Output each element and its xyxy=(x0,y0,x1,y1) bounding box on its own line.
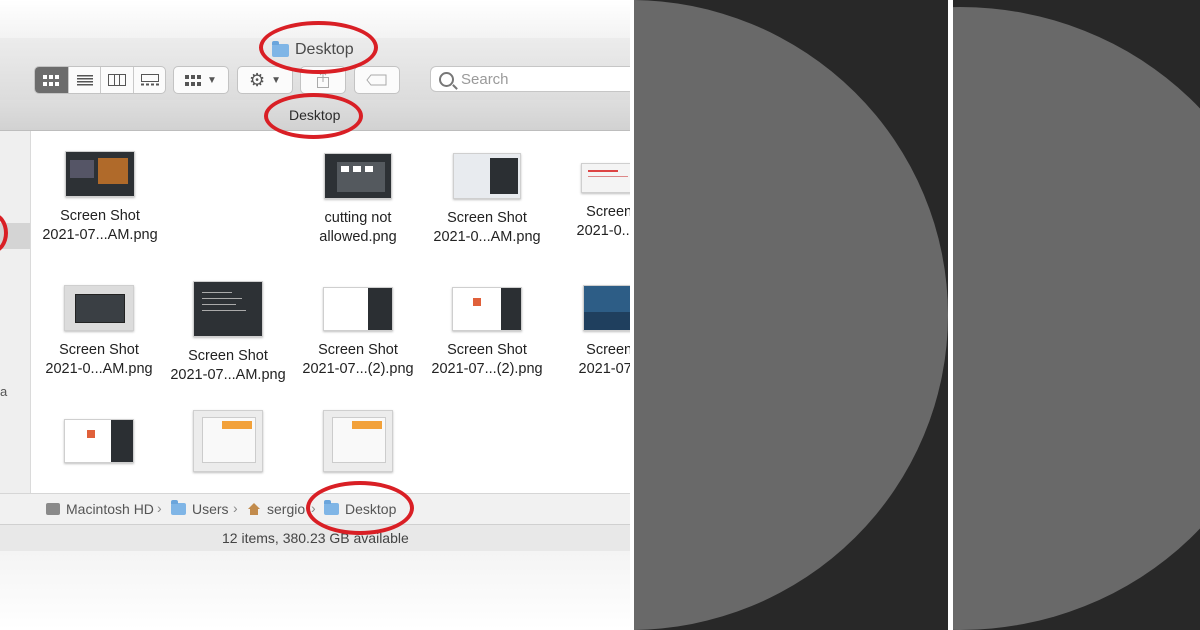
file-thumbnail xyxy=(452,287,522,331)
chevron-right-icon: › xyxy=(233,500,238,516)
file-item[interactable]: Screen S2021-0...2 P xyxy=(551,153,630,241)
search-field[interactable]: Search xyxy=(430,66,630,92)
file-thumbnail xyxy=(453,153,521,199)
sidebar-cut-text: a xyxy=(0,384,8,399)
finder-window: Desktop ▼ ⚙ ▼ Search Desktop a Screen Sh… xyxy=(0,0,630,630)
sidebar: a xyxy=(0,131,31,523)
list-view-button[interactable] xyxy=(69,67,102,93)
group-grid-icon xyxy=(185,74,202,86)
file-name xyxy=(163,482,293,493)
grid-icon xyxy=(43,74,60,86)
chevron-right-icon: › xyxy=(157,500,162,516)
half-circle-shape xyxy=(634,0,948,630)
file-thumbnail xyxy=(193,410,263,472)
breadcrumb-item-macintosh-hd[interactable]: Macintosh HD xyxy=(46,501,154,517)
home-icon xyxy=(247,503,261,515)
gallery-view-button[interactable] xyxy=(134,67,165,93)
file-name xyxy=(34,473,164,492)
tag-icon xyxy=(366,74,387,86)
breadcrumb-item-users[interactable]: Users xyxy=(171,500,229,517)
gallery-icon xyxy=(140,74,159,86)
action-menu-button[interactable]: ⚙ ▼ xyxy=(237,66,293,94)
icon-view-button[interactable] xyxy=(35,67,69,93)
tag-button[interactable] xyxy=(354,66,400,94)
file-name: Screen Shot 2021-07...AM.png xyxy=(42,208,158,243)
decor-panel-2 xyxy=(953,0,1200,630)
file-name: Screen S2021-07...P xyxy=(578,342,631,377)
hard-drive-icon xyxy=(46,503,60,515)
file-grid: Screen Shot 2021-07...AM.png cutting not a… xyxy=(31,131,630,493)
group-by-button[interactable]: ▼ xyxy=(173,66,229,94)
chevron-down-icon: ▼ xyxy=(207,74,217,86)
file-item[interactable]: Screen Shot 2021-0...AM.png xyxy=(34,285,164,379)
file-item[interactable]: Screen S2021-07...P xyxy=(551,285,630,379)
file-item[interactable]: Screen Shot 2021-07...AM.png xyxy=(163,281,293,385)
file-item[interactable]: Screen Shot 2021-07...(2).png xyxy=(293,287,423,379)
file-item[interactable] xyxy=(163,410,293,493)
file-thumbnail xyxy=(583,285,630,331)
window-shadow xyxy=(0,551,630,630)
file-name: Screen Shot 2021-07...(2).png xyxy=(431,342,543,377)
file-name: Screen S2021-0...2 P xyxy=(576,204,631,239)
file-name: Screen Shot 2021-07...(2).png xyxy=(302,342,414,377)
file-name: Screen Shot 2021-0...AM.png xyxy=(433,210,541,245)
search-icon xyxy=(439,71,454,87)
file-thumbnail xyxy=(65,151,135,197)
columns-icon xyxy=(108,74,127,86)
breadcrumb-item-home[interactable]: sergio xyxy=(247,501,305,517)
file-item[interactable]: cutting not allowed.png xyxy=(293,153,423,247)
file-item[interactable]: Screen Shot 2021-07...AM.png xyxy=(35,151,165,245)
file-thumbnail xyxy=(64,285,134,331)
highlight-ring-breadcrumb xyxy=(306,481,414,535)
gear-icon: ⚙ xyxy=(248,69,266,90)
share-icon xyxy=(317,72,329,88)
file-thumbnail xyxy=(581,163,630,193)
file-thumbnail xyxy=(324,153,392,199)
chevron-down-icon: ▼ xyxy=(271,74,282,86)
file-thumbnail xyxy=(193,281,263,337)
file-item[interactable] xyxy=(34,419,164,492)
file-name: Screen Shot 2021-0...AM.png xyxy=(45,342,153,377)
half-circle-shape xyxy=(953,7,1200,630)
status-bar: 12 items, 380.23 GB available xyxy=(0,524,630,551)
file-thumbnail xyxy=(323,410,393,472)
highlight-ring-pathbar xyxy=(264,93,363,139)
decor-panel-1 xyxy=(634,0,948,630)
file-thumbnail xyxy=(64,419,134,463)
folder-icon xyxy=(171,500,186,515)
column-view-button[interactable] xyxy=(101,67,135,93)
file-item[interactable]: Screen Shot 2021-0...AM.png xyxy=(422,153,552,247)
highlight-ring-title xyxy=(259,21,378,74)
file-item[interactable]: Screen Shot 2021-07...(2).png xyxy=(422,287,552,379)
list-icon xyxy=(76,74,93,85)
file-name: Screen Shot 2021-07...AM.png xyxy=(170,348,286,383)
search-placeholder: Search xyxy=(461,70,509,88)
file-thumbnail xyxy=(323,287,393,331)
view-mode-control xyxy=(34,66,166,94)
file-name: cutting not allowed.png xyxy=(319,210,397,245)
